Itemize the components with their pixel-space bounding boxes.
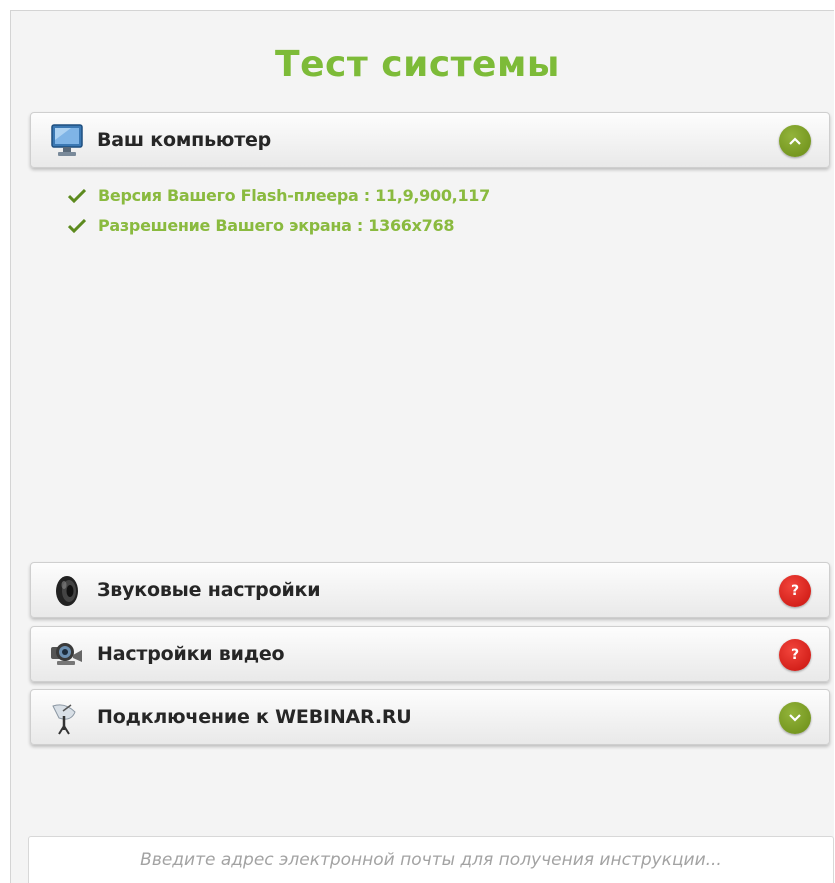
satellite-dish-icon [49, 700, 85, 736]
speaker-icon [49, 573, 85, 609]
checkmark-icon [68, 219, 86, 233]
expand-button[interactable] [779, 702, 811, 734]
help-button[interactable]: ? [779, 575, 811, 607]
email-field-container [28, 836, 834, 883]
section-your-computer[interactable]: Ваш компьютер [30, 112, 830, 168]
section-label: Настройки видео [97, 643, 285, 665]
collapse-button[interactable] [779, 125, 811, 157]
checkmark-icon [68, 189, 86, 203]
section-sound-settings[interactable]: Звуковые настройки ? [30, 562, 830, 618]
page-title: Тест системы [275, 44, 560, 85]
info-text: Разрешение Вашего экрана : 1366x768 [98, 216, 455, 235]
chevron-up-icon [789, 137, 801, 145]
section-label: Подключение к WEBINAR.RU [97, 706, 412, 728]
webcam-icon [49, 637, 85, 673]
section-video-settings[interactable]: Настройки видео ? [30, 626, 830, 682]
section-label: Звуковые настройки [97, 579, 321, 601]
email-input[interactable] [29, 837, 833, 883]
chevron-down-icon [789, 714, 801, 722]
monitor-icon [49, 123, 85, 159]
section-label: Ваш компьютер [97, 129, 272, 151]
info-text: Версия Вашего Flash-плеера : 11,9,900,11… [98, 186, 490, 205]
section-webinar-connection[interactable]: Подключение к WEBINAR.RU [30, 689, 830, 745]
help-button[interactable]: ? [779, 639, 811, 671]
